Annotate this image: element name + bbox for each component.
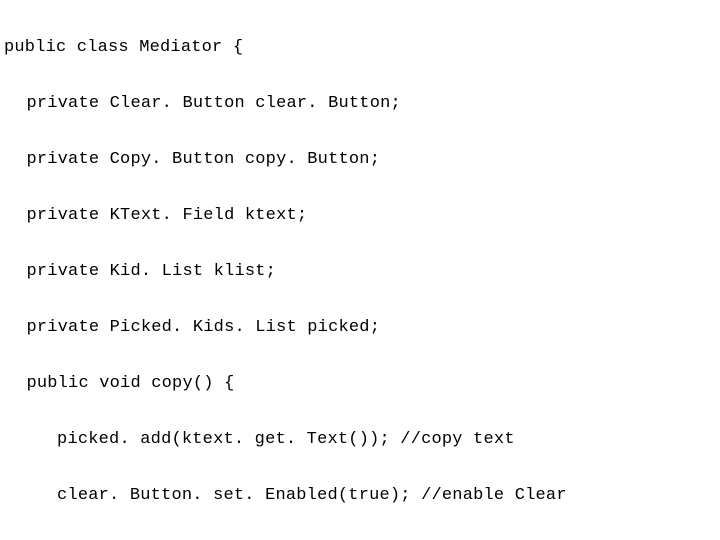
code-line: private Copy. Button copy. Button; (4, 146, 716, 174)
code-line: public void copy() { (4, 370, 716, 398)
code-line: private Picked. Kids. List picked; (4, 314, 716, 342)
code-line: private Clear. Button clear. Button; (4, 90, 716, 118)
code-line: public class Mediator { (4, 34, 716, 62)
code-line: clear. Button. set. Enabled(true); //ena… (4, 482, 716, 510)
code-line: private Kid. List klist; (4, 258, 716, 286)
code-line: private KText. Field ktext; (4, 202, 716, 230)
code-snippet: public class Mediator { private Clear. B… (0, 0, 720, 540)
code-line: picked. add(ktext. get. Text()); //copy … (4, 426, 716, 454)
